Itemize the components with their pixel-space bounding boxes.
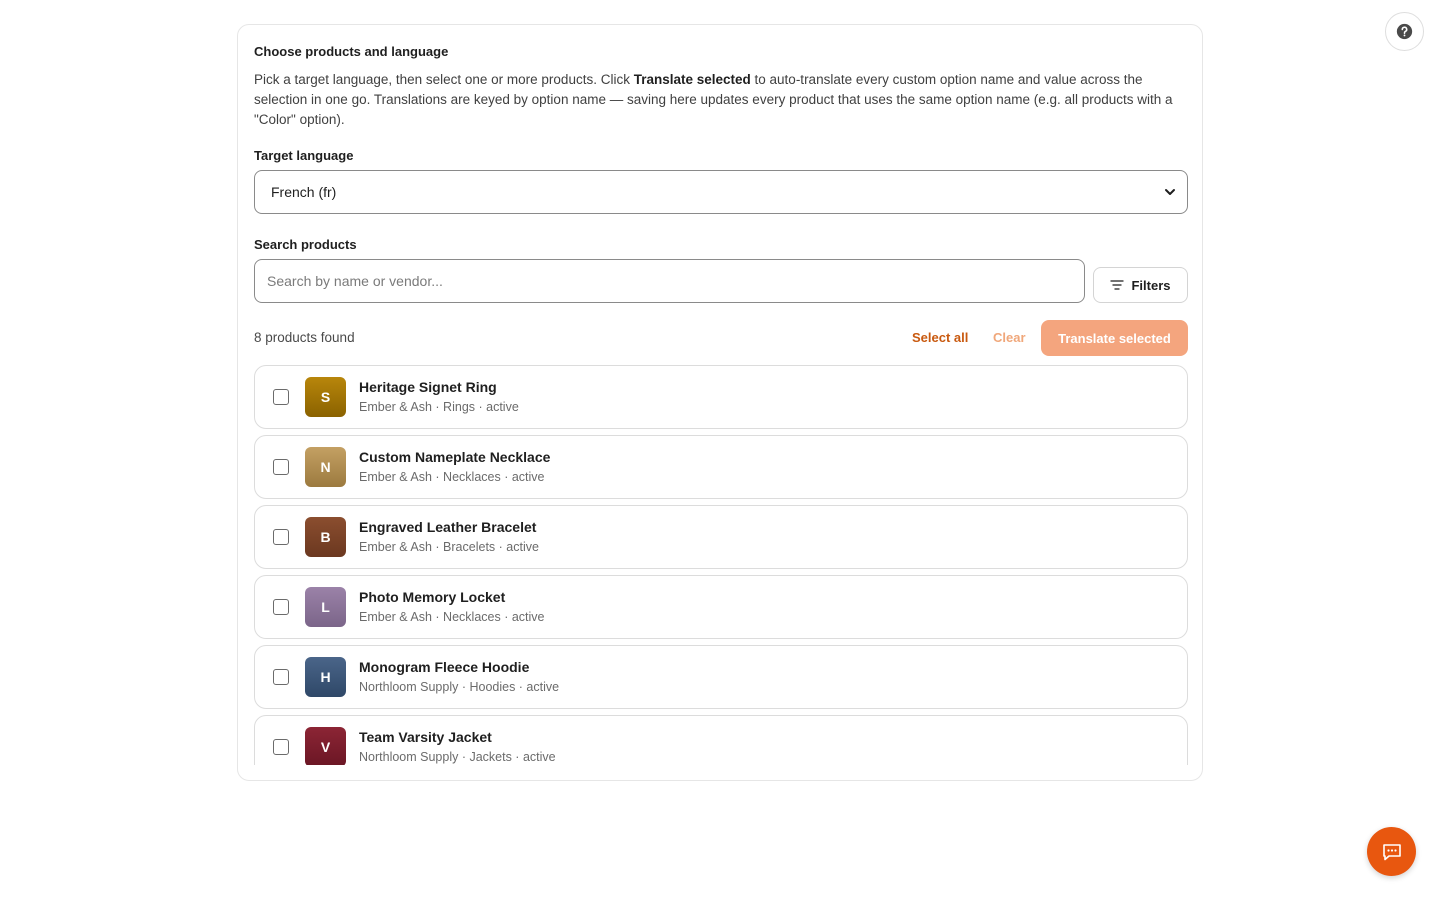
card-title: Choose products and language xyxy=(254,44,449,59)
product-checkbox[interactable] xyxy=(273,739,289,755)
product-row[interactable]: B Engraved Leather Bracelet Ember & Ash · … xyxy=(254,505,1188,569)
product-meta: Ember & Ash · Necklaces · active xyxy=(359,470,545,484)
clear-button[interactable]: Clear xyxy=(993,320,1026,356)
chat-bubble-icon xyxy=(1382,843,1401,860)
product-list[interactable]: S Heritage Signet Ring Ember & Ash · Rings… xyxy=(254,365,1188,765)
question-circle-icon xyxy=(1396,23,1413,40)
product-meta: Ember & Ash · Rings · active xyxy=(359,400,519,414)
product-checkbox[interactable] xyxy=(273,599,289,615)
product-checkbox[interactable] xyxy=(273,459,289,475)
target-language-label: Target language xyxy=(254,148,354,163)
target-language-value: French (fr) xyxy=(271,184,337,200)
product-name: Photo Memory Locket xyxy=(359,589,506,605)
search-products-label: Search products xyxy=(254,237,357,252)
product-thumbnail: H xyxy=(305,657,346,697)
help-button[interactable] xyxy=(1385,12,1424,51)
card-description: Pick a target language, then select one … xyxy=(254,72,1173,127)
product-checkbox[interactable] xyxy=(273,389,289,405)
product-row[interactable]: S Heritage Signet Ring Ember & Ash · Rings… xyxy=(254,365,1188,429)
product-row[interactable]: H Monogram Fleece Hoodie Northloom Supply … xyxy=(254,645,1188,709)
product-thumbnail: B xyxy=(305,517,346,557)
product-meta: Northloom Supply · Hoodies · active xyxy=(359,680,560,694)
product-meta: Northloom Supply · Jackets · active xyxy=(359,750,556,764)
product-name: Team Varsity Jacket xyxy=(359,729,492,745)
product-name: Monogram Fleece Hoodie xyxy=(359,659,530,675)
product-row[interactable]: N Custom Nameplate Necklace Ember & Ash · … xyxy=(254,435,1188,499)
product-language-card: Choose products and language Pick a targ… xyxy=(237,24,1203,781)
filters-button[interactable]: Filters xyxy=(1093,267,1188,303)
product-thumbnail: L xyxy=(305,587,346,627)
product-name: Heritage Signet Ring xyxy=(359,379,497,395)
product-checkbox[interactable] xyxy=(273,529,289,545)
product-meta: Ember & Ash · Necklaces · active xyxy=(359,610,545,624)
select-all-button[interactable]: Select all xyxy=(912,320,968,356)
product-row[interactable]: V Team Varsity Jacket Northloom Supply · J… xyxy=(254,715,1188,765)
chat-button[interactable] xyxy=(1367,827,1416,876)
target-language-select[interactable]: French (fr) xyxy=(254,170,1188,214)
search-input[interactable] xyxy=(254,259,1085,303)
product-thumbnail: S xyxy=(305,377,346,417)
product-meta: Ember & Ash · Bracelets · active xyxy=(359,540,539,554)
search-row: Filters xyxy=(254,259,1188,303)
filters-button-label: Filters xyxy=(1131,277,1171,293)
translate-selected-button[interactable]: Translate selected xyxy=(1041,320,1188,356)
filter-lines-icon xyxy=(1110,280,1125,290)
product-name: Custom Nameplate Necklace xyxy=(359,449,551,465)
chevron-down-icon xyxy=(1165,189,1175,195)
selection-toolbar: 8 products found Select all Clear Transl… xyxy=(254,320,1188,356)
product-row[interactable]: L Photo Memory Locket Ember & Ash · Neckla… xyxy=(254,575,1188,639)
product-thumbnail: V xyxy=(305,727,346,765)
product-name: Engraved Leather Bracelet xyxy=(359,519,537,535)
products-count: 8 products found xyxy=(254,330,355,345)
product-thumbnail: N xyxy=(305,447,346,487)
product-checkbox[interactable] xyxy=(273,669,289,685)
